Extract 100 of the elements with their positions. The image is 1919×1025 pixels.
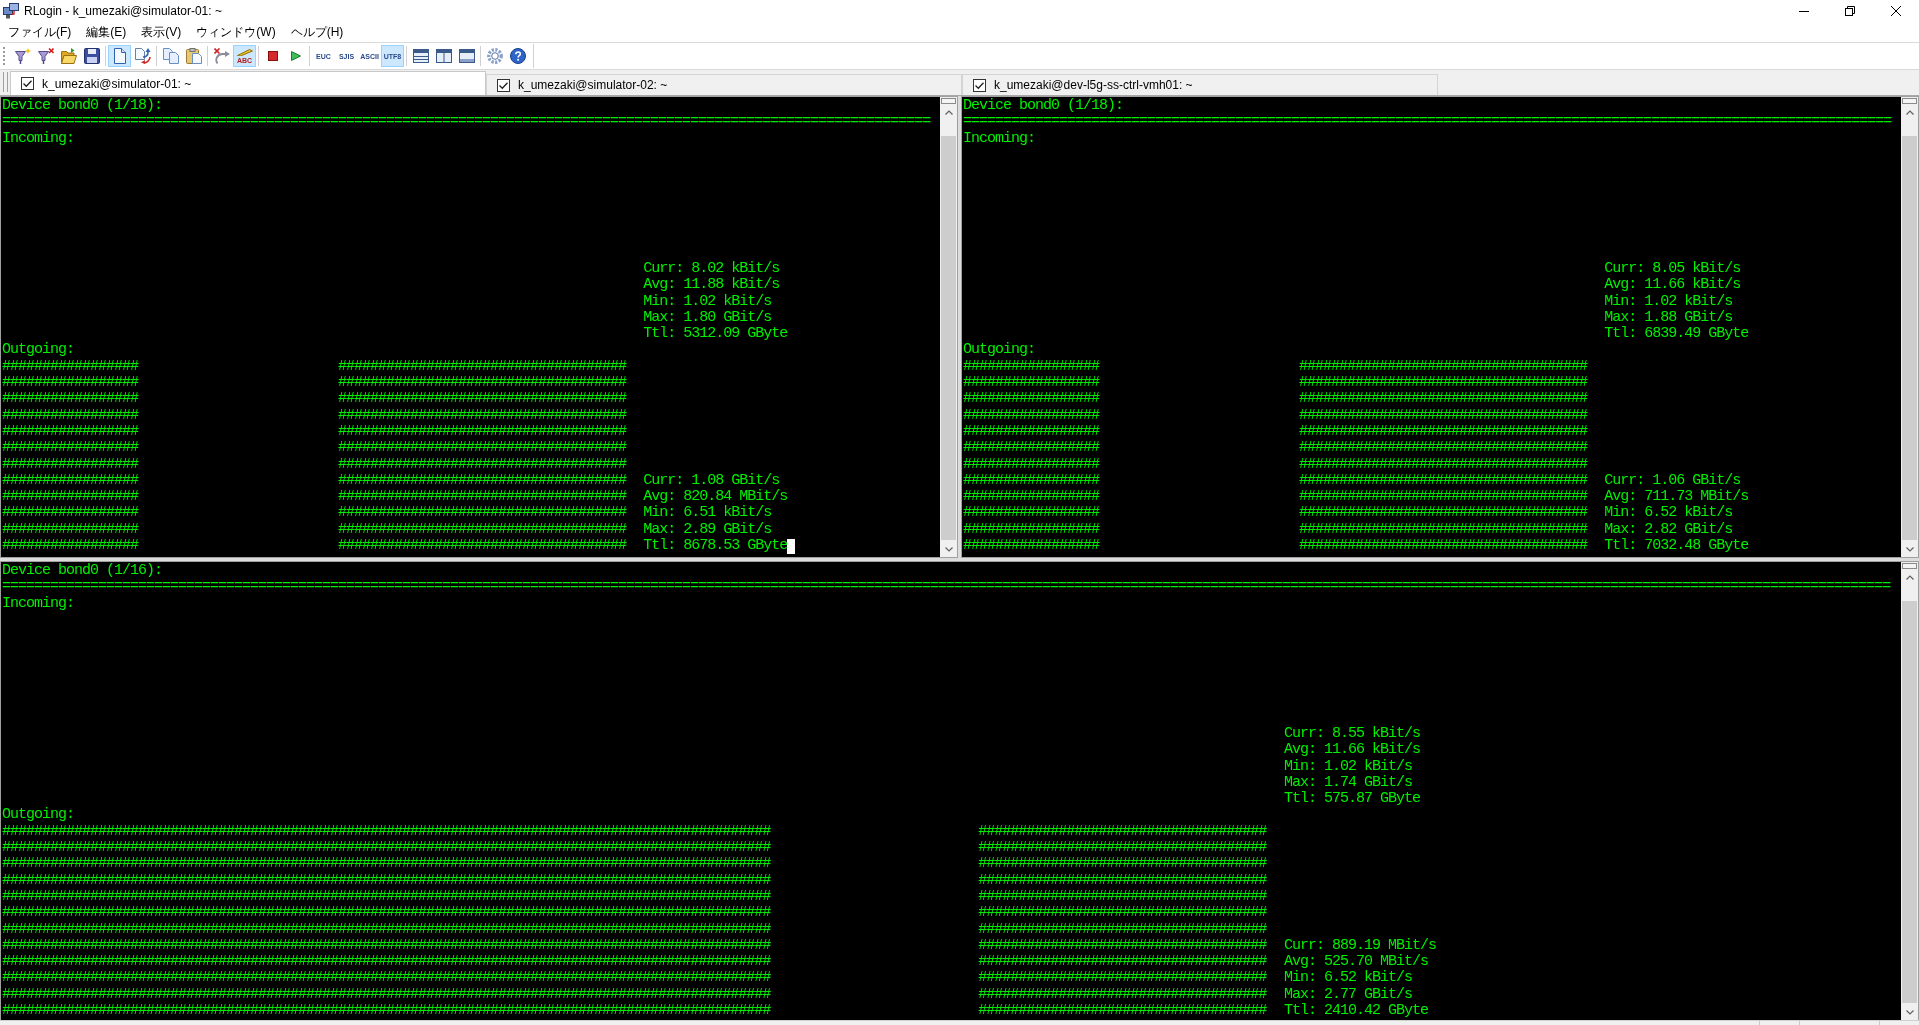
traffic-stat: Min: 6.52 kBit/s bbox=[1604, 505, 1733, 522]
split-handle[interactable] bbox=[1902, 563, 1917, 569]
menu-item[interactable]: 編集(E) bbox=[79, 21, 134, 43]
paste-icon bbox=[185, 48, 202, 64]
graph-row: ################# #################################### bbox=[2, 489, 627, 506]
traffic-stat: Ttl: 6839.49 GByte bbox=[1604, 326, 1749, 343]
funnel-star-icon bbox=[14, 48, 31, 64]
traffic-stat: Avg: 820.84 MBit/s bbox=[643, 489, 788, 506]
traffic-stat: Min: 6.52 kBit/s bbox=[1284, 970, 1413, 987]
tab[interactable]: k_umezaki@simulator-02: ~ bbox=[486, 74, 962, 95]
chevron-up-icon bbox=[944, 109, 953, 115]
split-handle[interactable] bbox=[1902, 98, 1917, 104]
graph-row: ################################################################################################ #################################### bbox=[2, 937, 1267, 955]
checkbox[interactable] bbox=[21, 77, 34, 90]
chevron-down-icon bbox=[944, 546, 953, 552]
window-title: RLogin - k_umezaki@simulator-01: ~ bbox=[24, 4, 222, 18]
graph-row: ################# #################################### bbox=[963, 424, 1588, 441]
toolbar-button[interactable] bbox=[108, 45, 131, 67]
minimize-icon bbox=[1799, 10, 1809, 12]
traffic-stat: Avg: 11.66 kBit/s bbox=[1284, 742, 1421, 759]
stop-icon bbox=[267, 51, 278, 61]
menu-item[interactable]: 表示(V) bbox=[134, 21, 189, 43]
traffic-stat: Curr: 1.06 GBit/s bbox=[1604, 472, 1741, 489]
traffic-stat: Ttl: 575.87 GByte bbox=[1284, 791, 1421, 808]
section-label: Outgoing: bbox=[2, 342, 74, 359]
traffic-stat: Avg: 525.70 MBit/s bbox=[1284, 954, 1429, 971]
device-header: Device bond0 (1/16): bbox=[2, 563, 163, 580]
graph-row: ################################################################################################ #################################### bbox=[2, 889, 1267, 906]
window-columns-icon bbox=[435, 49, 452, 63]
graph-row: ################################################################################################ #################################### bbox=[2, 1003, 1267, 1020]
traffic-stat: Max: 1.80 GBit/s bbox=[643, 309, 772, 326]
device-header: Device bond0 (1/18): bbox=[2, 98, 163, 115]
menu-item[interactable]: ファイル(F) bbox=[1, 21, 79, 43]
funnel-cross-icon bbox=[37, 48, 54, 64]
graph-row: ################################################################################################ #################################### bbox=[2, 856, 1267, 873]
traffic-stat: Max: 2.77 GBit/s bbox=[1284, 986, 1413, 1003]
toolbar-grip[interactable] bbox=[3, 47, 6, 65]
graph-row: ################# #################################### bbox=[963, 505, 1588, 522]
traffic-stat: Ttl: 5312.09 GByte bbox=[643, 326, 788, 343]
computers-icon bbox=[3, 3, 19, 19]
graph-row: ################################################################################################ #################################### bbox=[2, 823, 1267, 841]
copy-icon bbox=[162, 48, 179, 64]
traffic-stat: Curr: 8.55 kBit/s bbox=[1284, 726, 1421, 742]
scrollbar-thumb[interactable] bbox=[941, 136, 956, 540]
graph-row: ################# #################################### bbox=[963, 358, 1588, 376]
graph-row: ################################################################################################ #################################### bbox=[2, 840, 1267, 857]
checkbox[interactable] bbox=[497, 78, 510, 92]
section-label: Incoming: bbox=[2, 595, 74, 612]
traffic-stat: Ttl: 2410.42 GByte bbox=[1284, 1003, 1429, 1020]
split-handle[interactable] bbox=[941, 98, 956, 104]
graph-row: ################################################################################################ #################################### bbox=[2, 905, 1267, 922]
traffic-stat: Min: 1.02 kBit/s bbox=[1604, 293, 1733, 310]
graph-row: ################# #################################### bbox=[2, 472, 627, 490]
cross-arrow-icon bbox=[213, 48, 230, 64]
graph-row: ################################################################################################ #################################### bbox=[2, 986, 1267, 1004]
traffic-stat: Curr: 8.05 kBit/s bbox=[1604, 261, 1741, 277]
checkbox[interactable] bbox=[973, 78, 986, 92]
graph-row: ################# #################################### bbox=[2, 424, 627, 441]
section-label: Incoming: bbox=[963, 130, 1035, 147]
traffic-stat: Curr: 889.19 MBit/s bbox=[1284, 937, 1437, 954]
section-label: Outgoing: bbox=[2, 807, 74, 824]
graph-row: ################################################################################################ #################################### bbox=[2, 954, 1267, 971]
chevron-up-icon bbox=[1905, 109, 1914, 115]
document-arrows-icon bbox=[134, 48, 151, 64]
tab-bar-grip[interactable] bbox=[3, 71, 8, 92]
document-icon bbox=[111, 48, 128, 64]
graph-row: ################# #################################### bbox=[2, 456, 627, 473]
graph-row: ################# #################################### bbox=[2, 391, 627, 408]
restore-icon bbox=[1845, 6, 1855, 16]
graph-row: ################# #################################### bbox=[963, 538, 1588, 555]
traffic-stat: Max: 2.82 GBit/s bbox=[1604, 521, 1733, 538]
traffic-stat: Max: 1.74 GBit/s bbox=[1284, 774, 1413, 791]
traffic-stat: Ttl: 7032.48 GByte bbox=[1604, 538, 1749, 555]
graph-row: ################# #################################### bbox=[2, 440, 627, 457]
menu-item[interactable]: ヘルプ(H) bbox=[283, 21, 351, 43]
traffic-stat: Min: 6.51 kBit/s bbox=[643, 505, 772, 522]
play-icon bbox=[290, 51, 301, 61]
tab[interactable]: k_umezaki@simulator-01: ~ bbox=[10, 71, 486, 95]
graph-row: ################# #################################### bbox=[963, 391, 1588, 408]
traffic-stat: Curr: 8.02 kBit/s bbox=[643, 261, 780, 277]
close-icon bbox=[1891, 6, 1901, 16]
graph-row: ################# #################################### bbox=[963, 472, 1588, 490]
help-icon bbox=[509, 48, 526, 64]
graph-row: ################################################################################################ #################################### bbox=[2, 970, 1267, 987]
menu-item[interactable]: ウィンドウ(W) bbox=[189, 21, 283, 43]
chevron-down-icon bbox=[1905, 546, 1914, 552]
traffic-stat: Curr: 1.08 GBit/s bbox=[643, 472, 780, 489]
window-rows-icon bbox=[412, 49, 429, 63]
traffic-stat: Avg: 711.73 MBit/s bbox=[1604, 489, 1749, 506]
chevron-up-icon bbox=[1905, 574, 1914, 580]
graph-row: ################# #################################### bbox=[2, 521, 627, 539]
separator-line: ==================================================================================================================== bbox=[963, 114, 1892, 131]
traffic-stat: Avg: 11.88 kBit/s bbox=[643, 277, 780, 294]
traffic-stat: Max: 1.88 GBit/s bbox=[1604, 309, 1733, 326]
traffic-stat: Avg: 11.66 kBit/s bbox=[1604, 277, 1741, 294]
graph-row: ################# #################################### bbox=[963, 440, 1588, 457]
scrollbar-thumb[interactable] bbox=[1902, 136, 1917, 540]
gear-icon bbox=[486, 48, 503, 64]
scrollbar-thumb[interactable] bbox=[1902, 601, 1917, 1003]
tab[interactable]: k_umezaki@dev-l5g-ss-ctrl-vmh01: ~ bbox=[962, 74, 1438, 95]
